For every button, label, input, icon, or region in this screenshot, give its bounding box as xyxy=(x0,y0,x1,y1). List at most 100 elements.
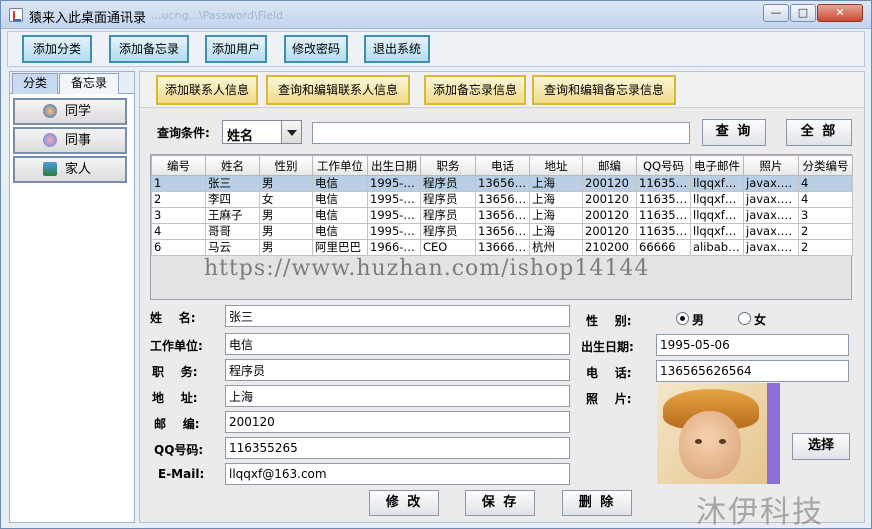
query-field-select[interactable]: 姓名 xyxy=(222,120,302,144)
query-input[interactable] xyxy=(312,122,690,144)
tab-memo[interactable]: 备忘录 xyxy=(59,73,119,94)
column-header[interactable]: 出生日期 xyxy=(367,155,421,176)
company-label: 工作单位: xyxy=(150,339,203,353)
table-cell: 程序员 xyxy=(420,191,476,208)
tab-category[interactable]: 分类 xyxy=(12,73,58,94)
table-cell: 杭州 xyxy=(529,239,583,256)
table-cell: 1966-0... xyxy=(367,239,421,256)
query-edit-memo-button[interactable]: 查询和编辑备忘录信息 xyxy=(532,75,676,105)
column-header[interactable]: 姓名 xyxy=(205,155,260,176)
table-cell: 116355... xyxy=(636,207,691,224)
table-row[interactable]: 3 王麻子男电信 1995-0... 程序员 136565... 上海 200120 1163… xyxy=(151,207,853,224)
table-cell: 上海 xyxy=(529,207,583,224)
address-input[interactable] xyxy=(225,385,570,407)
position-input[interactable] xyxy=(225,359,570,381)
phone-label: 电 话: xyxy=(586,366,632,380)
gender-female-radio[interactable] xyxy=(738,312,751,325)
add-memo-button[interactable]: 添加备忘录 xyxy=(109,35,189,63)
family-icon xyxy=(43,162,57,176)
table-cell: llqqxf@... xyxy=(690,223,744,240)
column-header[interactable]: 照片 xyxy=(743,155,799,176)
category-classmates-button[interactable]: 同学 xyxy=(13,98,127,125)
name-input[interactable] xyxy=(225,305,570,327)
modify-button[interactable]: 修 改 xyxy=(369,490,439,516)
column-header[interactable]: 分类编号 xyxy=(798,155,853,176)
gender-male-radio[interactable] xyxy=(676,312,689,325)
table-cell: 2 xyxy=(798,239,853,256)
column-header[interactable]: 工作单位 xyxy=(312,155,368,176)
query-field-value: 姓名 xyxy=(227,129,254,144)
table-row[interactable]: 2 李四女电信 1995-0... 程序员 136565... 上海 200120 11635… xyxy=(151,191,853,208)
contact-photo xyxy=(657,383,780,484)
table-row[interactable]: 4 哥哥男电信 1995-0... 程序员 136565... 上海 200120 11635… xyxy=(151,223,853,240)
column-header[interactable]: 编号 xyxy=(151,155,206,176)
table-header-row: 编号 姓名 性别 工作单位 出生日期 职务 电话 地址 邮编 QQ号码 电子邮件 照片 分类编号 xyxy=(151,155,853,176)
url-watermark: https://www.huzhan.com/ishop14144 xyxy=(204,256,650,281)
chevron-down-icon[interactable] xyxy=(281,121,301,143)
choose-photo-button[interactable]: 选择 xyxy=(792,433,850,460)
sub-toolbar: 添加联系人信息 查询和编辑联系人信息 添加备忘录信息 查询和编辑备忘录信息 xyxy=(140,72,864,108)
add-contact-button[interactable]: 添加联系人信息 xyxy=(156,75,258,105)
table-cell: 电信 xyxy=(312,191,368,208)
users-icon xyxy=(43,133,57,147)
table-cell: 1995-0... xyxy=(367,207,421,224)
table-cell: 阿里巴巴 xyxy=(312,239,368,256)
table-cell: 200120 xyxy=(582,191,637,208)
zip-input[interactable] xyxy=(225,411,570,433)
table-cell: 2 xyxy=(151,191,206,208)
birth-input[interactable] xyxy=(656,334,849,356)
company-input[interactable] xyxy=(225,333,570,355)
table-row[interactable]: 6 马云男阿里巴巴 1966-0... CEO 136666... 杭州 210200 666… xyxy=(151,239,853,256)
category-family-button[interactable]: 家人 xyxy=(13,156,127,183)
table-cell: 3 xyxy=(798,207,853,224)
add-memo-info-button[interactable]: 添加备忘录信息 xyxy=(424,75,526,105)
table-cell: 男 xyxy=(259,175,313,192)
table-cell: 3 xyxy=(151,207,206,224)
add-category-button[interactable]: 添加分类 xyxy=(22,35,92,63)
table-cell: 4 xyxy=(151,223,206,240)
table-cell: CEO xyxy=(420,239,476,256)
change-password-button[interactable]: 修改密码 xyxy=(284,35,348,63)
column-header[interactable]: 性别 xyxy=(259,155,313,176)
table-cell: 66666 xyxy=(636,239,691,256)
column-header[interactable]: 邮编 xyxy=(582,155,637,176)
table-cell: 2 xyxy=(798,223,853,240)
title-ghost-text: ...ucng...\Password\Field xyxy=(151,9,284,22)
column-header[interactable]: 电话 xyxy=(475,155,530,176)
exit-system-button[interactable]: 退出系统 xyxy=(364,35,430,63)
table-cell: 200120 xyxy=(582,175,637,192)
address-label: 地 址: xyxy=(152,391,198,405)
query-edit-contact-button[interactable]: 查询和编辑联系人信息 xyxy=(266,75,410,105)
search-button[interactable]: 查 询 xyxy=(702,119,766,146)
email-input[interactable] xyxy=(225,463,570,485)
show-all-button[interactable]: 全 部 xyxy=(786,119,852,146)
table-cell: 程序员 xyxy=(420,207,476,224)
column-header[interactable]: 电子邮件 xyxy=(690,155,744,176)
minimize-button[interactable]: — xyxy=(763,4,789,22)
zip-label: 邮 编: xyxy=(154,417,200,431)
table-cell: 电信 xyxy=(312,175,368,192)
column-header[interactable]: 地址 xyxy=(529,155,583,176)
category-colleagues-button[interactable]: 同事 xyxy=(13,127,127,154)
close-button[interactable]: ✕ xyxy=(817,4,863,22)
column-header[interactable]: QQ号码 xyxy=(636,155,691,176)
category-label: 同事 xyxy=(65,133,92,148)
column-header[interactable]: 职务 xyxy=(420,155,476,176)
save-button[interactable]: 保 存 xyxy=(465,490,535,516)
table-cell: 116355... xyxy=(636,223,691,240)
table-cell: 王麻子 xyxy=(205,207,260,224)
qq-input[interactable] xyxy=(225,437,570,459)
table-cell: javax.s... xyxy=(743,207,799,224)
table-row[interactable]: 1 张三男电信 1995-0... 程序员 136565... 上海 200120 11635… xyxy=(151,175,853,192)
maximize-button[interactable]: □ xyxy=(790,4,816,22)
delete-button[interactable]: 删 除 xyxy=(562,490,632,516)
table-cell: 上海 xyxy=(529,175,583,192)
table-cell: javax.s... xyxy=(743,223,799,240)
phone-input[interactable] xyxy=(656,360,849,382)
table-cell: 136565... xyxy=(475,223,530,240)
table-cell: 4 xyxy=(798,175,853,192)
contacts-grid: 编号 姓名 性别 工作单位 出生日期 职务 电话 地址 邮编 QQ号码 电子邮件 照片 分类编号 1 张三… xyxy=(151,155,853,256)
table-cell: 1 xyxy=(151,175,206,192)
query-label: 查询条件: xyxy=(157,126,210,140)
add-user-button[interactable]: 添加用户 xyxy=(205,35,267,63)
